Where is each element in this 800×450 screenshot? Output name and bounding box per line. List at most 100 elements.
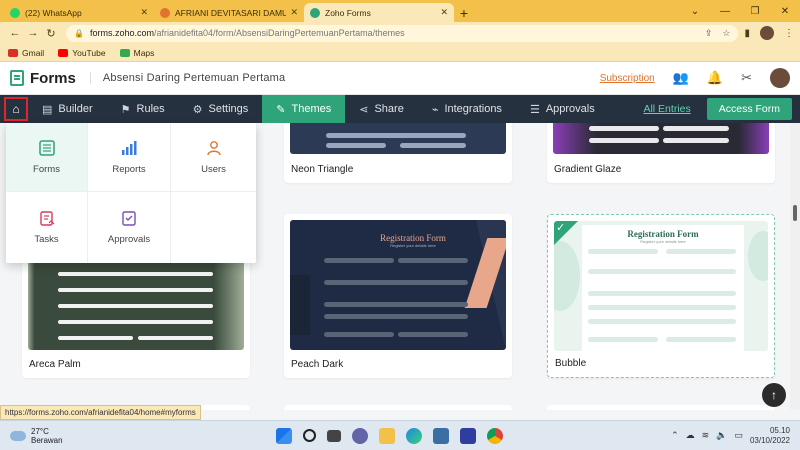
cloud-sync-icon[interactable]: ☁: [686, 430, 695, 441]
close-icon[interactable]: ✕: [140, 7, 148, 18]
tab-share[interactable]: ⋖ Share: [345, 95, 418, 123]
form-title: Absensi Daring Pertemuan Pertama: [89, 72, 286, 84]
people-icon[interactable]: 👥: [673, 70, 689, 86]
bookmark-gmail[interactable]: Gmail: [8, 48, 44, 58]
theme-thumbnail: [553, 123, 769, 154]
home-icon: ⌂: [12, 102, 20, 116]
share-icon[interactable]: ⇪: [705, 28, 713, 39]
sidepanel-icon[interactable]: ▮: [744, 28, 750, 39]
forms-icon: [38, 139, 55, 156]
theme-name: Neon Triangle: [291, 164, 354, 175]
theme-card-partial[interactable]: [284, 405, 512, 410]
window-controls: ⌄ — ❐ ✕: [680, 0, 800, 22]
browser-tab-afriani[interactable]: AFRIANI DEVITASARI DAMULAWAN ✕: [154, 3, 304, 22]
theme-card-bubble[interactable]: Registration Form Register your details …: [547, 214, 775, 378]
status-url-tooltip: https://forms.zoho.com/afrianidefita04/h…: [0, 405, 201, 420]
close-window-icon[interactable]: ✕: [770, 0, 800, 22]
users-icon: [206, 140, 221, 155]
theme-card-partial[interactable]: [547, 405, 775, 410]
theme-card-peach-dark[interactable]: Registration Form Register your details …: [284, 214, 512, 378]
bookmark-youtube[interactable]: YouTube: [58, 48, 106, 58]
chevron-up-icon[interactable]: ⌃: [671, 430, 679, 441]
theme-card-gradient-glaze[interactable]: Gradient Glaze: [547, 123, 775, 183]
dropdown-item-users[interactable]: Users: [171, 123, 256, 192]
scrollbar-thumb[interactable]: [793, 205, 797, 221]
theme-thumbnail: Registration Form Register your details …: [290, 220, 506, 350]
url-path: /afrianidefita04/form/AbsensiDaringPerte…: [154, 28, 405, 38]
app-header: Forms Absensi Daring Pertemuan Pertama S…: [0, 62, 800, 95]
theme-thumbnail: [290, 123, 506, 154]
browser-tab-zoho-forms[interactable]: Zoho Forms ✕: [304, 3, 454, 22]
dropdown-item-forms[interactable]: Forms: [6, 123, 88, 192]
star-icon[interactable]: ☆: [722, 28, 730, 39]
browser-profile-avatar[interactable]: [760, 26, 774, 40]
tab-themes[interactable]: ✎ Themes: [262, 95, 346, 123]
reload-icon[interactable]: ↻: [42, 27, 60, 40]
bell-icon[interactable]: 🔔: [707, 70, 723, 86]
settings-icon: ⚙: [192, 103, 203, 116]
dropdown-item-tasks[interactable]: Tasks: [6, 192, 88, 263]
search-icon[interactable]: [303, 429, 316, 442]
rules-icon: ⚑: [120, 103, 131, 116]
file-explorer-icon[interactable]: [379, 427, 395, 444]
back-icon[interactable]: ←: [6, 27, 24, 39]
battery-icon[interactable]: ▭: [734, 430, 743, 441]
chrome-icon[interactable]: [487, 427, 503, 444]
user-avatar[interactable]: [770, 68, 790, 88]
close-icon[interactable]: ✕: [440, 7, 448, 18]
forward-icon[interactable]: →: [24, 27, 42, 39]
chevron-down-icon[interactable]: ⌄: [680, 0, 710, 22]
access-form-button[interactable]: Access Form: [706, 98, 792, 120]
app-icon[interactable]: [460, 427, 476, 444]
tab-integrations[interactable]: ⌁ Integrations: [418, 95, 516, 123]
theme-name: Areca Palm: [29, 359, 81, 370]
home-button[interactable]: ⌂: [4, 97, 28, 121]
form-navbar: ⌂ ▤ Builder ⚑ Rules ⚙ Settings ✎ Themes ⋖ Sha…: [0, 95, 800, 123]
dropdown-item-reports[interactable]: Reports: [88, 123, 171, 192]
more-icon[interactable]: ⋮: [784, 28, 794, 39]
tab-title: AFRIANI DEVITASARI DAMULAWAN: [175, 7, 287, 18]
wifi-icon[interactable]: ≋: [702, 430, 710, 441]
system-tray: ⌃ ☁ ≋ 🔈 ▭ 05.10 03/10/2022: [671, 426, 800, 446]
all-entries-link[interactable]: All Entries: [643, 103, 690, 115]
share-icon: ⋖: [359, 103, 369, 116]
theme-preview-subtitle: Register your details here: [640, 239, 686, 244]
reports-icon: [122, 140, 137, 155]
tab-rules[interactable]: ⚑ Rules: [107, 95, 179, 123]
clock[interactable]: 05.10 03/10/2022: [750, 426, 790, 446]
dropdown-item-approvals[interactable]: Approvals: [88, 192, 171, 263]
volume-icon[interactable]: 🔈: [716, 430, 727, 441]
page-scrollbar[interactable]: [790, 123, 800, 410]
lock-icon[interactable]: 🔒: [74, 29, 84, 38]
windows-taskbar: 27°C Berawan ⌃ ☁ ≋ 🔈 ▭ 05.10 03/10/2022: [0, 420, 800, 450]
tab-builder[interactable]: ▤ Builder: [28, 95, 107, 123]
store-icon[interactable]: [433, 427, 449, 444]
chat-icon[interactable]: [352, 427, 368, 444]
windows-start-icon[interactable]: [276, 427, 292, 444]
bookmark-maps[interactable]: Maps: [119, 48, 154, 58]
theme-thumbnail: Registration Form Register your details …: [554, 221, 768, 351]
whatsapp-icon: [10, 7, 20, 18]
edge-icon[interactable]: [406, 427, 422, 444]
weather-widget[interactable]: 27°C Berawan: [0, 427, 160, 445]
maps-icon: [119, 48, 130, 57]
integrations-icon: ⌁: [431, 103, 439, 116]
tab-settings[interactable]: ⚙ Settings: [179, 95, 263, 123]
url-input[interactable]: 🔒 forms.zoho.com/afrianidefita04/form/Ab…: [66, 24, 739, 42]
task-view-icon[interactable]: [327, 429, 341, 442]
tools-icon[interactable]: ✂: [741, 70, 752, 86]
minimize-icon[interactable]: —: [710, 0, 740, 22]
maximize-icon[interactable]: ❐: [740, 0, 770, 22]
forms-logo-icon: [10, 70, 24, 86]
tab-approvals[interactable]: ☰ Approvals: [516, 95, 609, 123]
scroll-to-top-button[interactable]: ↑: [762, 383, 786, 407]
temperature: 27°C: [31, 426, 49, 436]
theme-card-neon-triangle[interactable]: Neon Triangle: [284, 123, 512, 183]
new-tab-button[interactable]: +: [454, 3, 474, 22]
close-icon[interactable]: ✕: [290, 7, 298, 18]
dropdown-item-label: Users: [201, 163, 226, 175]
browser-tab-whatsapp[interactable]: (22) WhatsApp ✕: [4, 3, 154, 22]
tasks-icon: [39, 211, 54, 226]
gmail-icon: [8, 48, 18, 57]
subscription-link[interactable]: Subscription: [600, 73, 655, 84]
